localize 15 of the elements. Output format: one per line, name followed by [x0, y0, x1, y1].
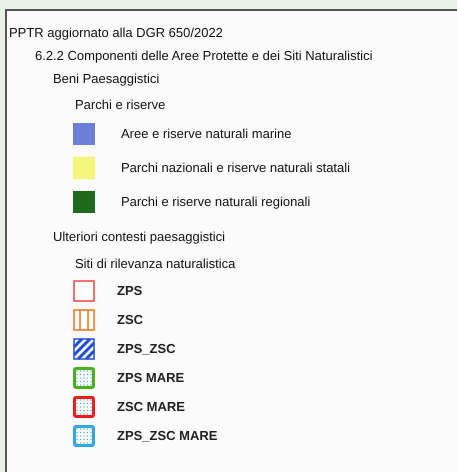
legend-label: Parchi e riserve naturali regionali [121, 193, 310, 212]
legend-label: Aree e riserve naturali marine [121, 125, 292, 144]
section-heading: Parchi e riserve [74, 96, 166, 114]
legend-label: ZPS_ZSC [117, 340, 176, 358]
legend-label: ZSC [117, 310, 143, 329]
legend-label: ZPS [117, 282, 142, 300]
legend-subtitle: 6.2.2 Componenti delle Aree Protette e dei Siti Naturalistici [34, 47, 374, 65]
legend-title: PPTR aggiornato alla DGR 650/2022 [8, 24, 224, 42]
group-heading: Beni Paesaggistici [52, 70, 160, 88]
legend-label: ZPS MARE [117, 368, 184, 387]
section-heading: Siti di rilevanza naturalistica [74, 254, 236, 273]
legend-label: ZSC MARE [117, 398, 185, 416]
legend-label: ZPS_ZSC MARE [117, 426, 218, 445]
legend-label: Parchi nazionali e riserve naturali statali [121, 159, 350, 178]
group-heading: Ulteriori contesti paesaggistici [52, 228, 226, 246]
